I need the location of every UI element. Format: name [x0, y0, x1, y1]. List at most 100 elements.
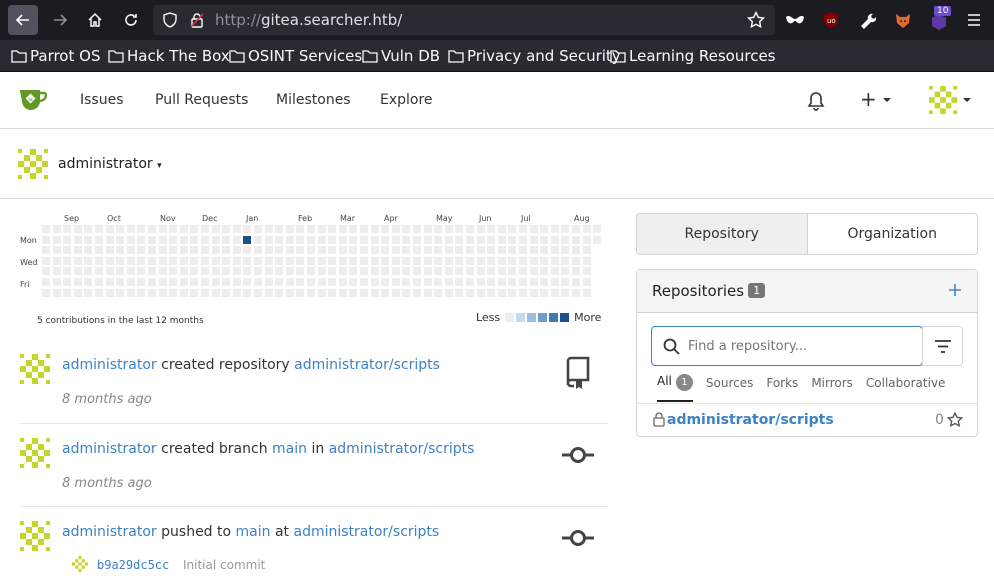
feed-branch-link[interactable]: main	[236, 524, 271, 540]
heatmap-cell[interactable]	[285, 278, 294, 286]
heatmap-cell[interactable]	[391, 278, 400, 286]
heatmap-cell[interactable]	[550, 256, 559, 265]
address-bar[interactable]: http://gitea.searcher.htb/	[153, 5, 775, 35]
heatmap-cell[interactable]	[519, 256, 527, 265]
tab-organization[interactable]: Organization	[808, 214, 978, 254]
heatmap-cell[interactable]	[476, 256, 485, 265]
heatmap-cell[interactable]	[158, 267, 167, 276]
heatmap-cell[interactable]	[466, 267, 474, 276]
heatmap-cell[interactable]	[73, 278, 82, 286]
heatmap-cell[interactable]	[52, 225, 61, 233]
heatmap-cell[interactable]	[254, 256, 262, 265]
heatmap-cell[interactable]	[190, 256, 199, 265]
heatmap-cell[interactable]	[508, 246, 517, 255]
bookmark-star-icon[interactable]	[747, 11, 765, 29]
heatmap-cell[interactable]	[307, 246, 315, 255]
heatmap-cell[interactable]	[487, 256, 496, 265]
heatmap-cell[interactable]	[63, 256, 72, 265]
heatmap-cell[interactable]	[349, 235, 358, 244]
subtab-mirrors[interactable]: Mirrors	[811, 376, 853, 402]
heatmap-cell[interactable]	[529, 256, 538, 265]
heatmap-cell[interactable]	[42, 246, 50, 255]
heatmap-cell[interactable]	[243, 235, 252, 244]
heatmap-cell[interactable]	[158, 235, 167, 244]
heatmap-cell[interactable]	[487, 278, 496, 286]
heatmap-cell[interactable]	[179, 235, 188, 244]
heatmap-cell[interactable]	[550, 267, 559, 276]
heatmap-cell[interactable]	[105, 256, 114, 265]
heatmap-cell[interactable]	[593, 225, 602, 233]
heatmap-cell[interactable]	[540, 278, 549, 286]
heatmap-cell[interactable]	[222, 246, 231, 255]
heatmap-cell[interactable]	[423, 225, 432, 233]
heatmap-cell[interactable]	[95, 267, 103, 276]
heatmap-cell[interactable]	[222, 256, 231, 265]
heatmap-cell[interactable]	[338, 256, 347, 265]
heatmap-cell[interactable]	[52, 278, 61, 286]
heatmap-cell[interactable]	[201, 235, 209, 244]
shield-icon[interactable]	[162, 12, 178, 28]
subtab-all[interactable]: All 1	[657, 374, 693, 402]
heatmap-cell[interactable]	[179, 288, 188, 297]
heatmap-cell[interactable]	[84, 256, 93, 265]
heatmap-cell[interactable]	[550, 235, 559, 244]
heatmap-cell[interactable]	[540, 246, 549, 255]
heatmap-cell[interactable]	[243, 225, 252, 233]
heatmap-cell[interactable]	[95, 246, 103, 255]
heatmap-cell[interactable]	[381, 256, 390, 265]
heatmap-cell[interactable]	[370, 267, 379, 276]
heatmap-cell[interactable]	[466, 288, 474, 297]
heatmap-cell[interactable]	[413, 278, 421, 286]
heatmap-cell[interactable]	[73, 256, 82, 265]
heatmap-cell[interactable]	[126, 246, 135, 255]
heatmap-cell[interactable]	[391, 235, 400, 244]
heatmap-cell[interactable]	[497, 267, 506, 276]
heatmap-cell[interactable]	[42, 288, 50, 297]
heatmap-cell[interactable]	[275, 288, 284, 297]
heatmap-cell[interactable]	[158, 256, 167, 265]
heatmap-cell[interactable]	[561, 256, 570, 265]
bell-icon[interactable]	[807, 91, 825, 111]
context-user-dropdown[interactable]: administrator ▾	[58, 156, 162, 172]
heatmap-cell[interactable]	[487, 235, 496, 244]
heatmap-cell[interactable]	[370, 278, 379, 286]
repo-link[interactable]: administrator/scripts	[667, 412, 834, 428]
heatmap-cell[interactable]	[360, 256, 368, 265]
subtab-forks[interactable]: Forks	[766, 376, 798, 402]
heatmap-cell[interactable]	[413, 256, 421, 265]
heatmap-cell[interactable]	[126, 267, 135, 276]
heatmap-cell[interactable]	[275, 225, 284, 233]
heatmap-cell[interactable]	[42, 235, 50, 244]
heatmap-cell[interactable]	[264, 256, 273, 265]
heatmap-cell[interactable]	[529, 235, 538, 244]
heatmap-cell[interactable]	[508, 256, 517, 265]
heatmap-cell[interactable]	[391, 246, 400, 255]
heatmap-cell[interactable]	[275, 246, 284, 255]
heatmap-cell[interactable]	[148, 267, 156, 276]
heatmap-cell[interactable]	[413, 267, 421, 276]
heatmap-cell[interactable]	[444, 288, 453, 297]
heatmap-cell[interactable]	[264, 288, 273, 297]
heatmap-cell[interactable]	[84, 235, 93, 244]
heatmap-cell[interactable]	[285, 235, 294, 244]
heatmap-cell[interactable]	[95, 288, 103, 297]
heatmap-cell[interactable]	[370, 256, 379, 265]
heatmap-cell[interactable]	[497, 225, 506, 233]
heatmap-cell[interactable]	[254, 267, 262, 276]
heatmap-cell[interactable]	[391, 225, 400, 233]
heatmap-cell[interactable]	[434, 256, 443, 265]
heatmap-cell[interactable]	[391, 288, 400, 297]
heatmap-cell[interactable]	[296, 235, 305, 244]
heatmap-cell[interactable]	[190, 278, 199, 286]
heatmap-cell[interactable]	[444, 246, 453, 255]
wrench-icon[interactable]	[858, 11, 876, 29]
heatmap-cell[interactable]	[285, 225, 294, 233]
heatmap-cell[interactable]	[370, 288, 379, 297]
heatmap-cell[interactable]	[201, 278, 209, 286]
heatmap-cell[interactable]	[476, 278, 485, 286]
heatmap-cell[interactable]	[190, 246, 199, 255]
heatmap-cell[interactable]	[73, 288, 82, 297]
heatmap-cell[interactable]	[296, 246, 305, 255]
subtab-sources[interactable]: Sources	[706, 376, 753, 402]
heatmap-cell[interactable]	[222, 267, 231, 276]
